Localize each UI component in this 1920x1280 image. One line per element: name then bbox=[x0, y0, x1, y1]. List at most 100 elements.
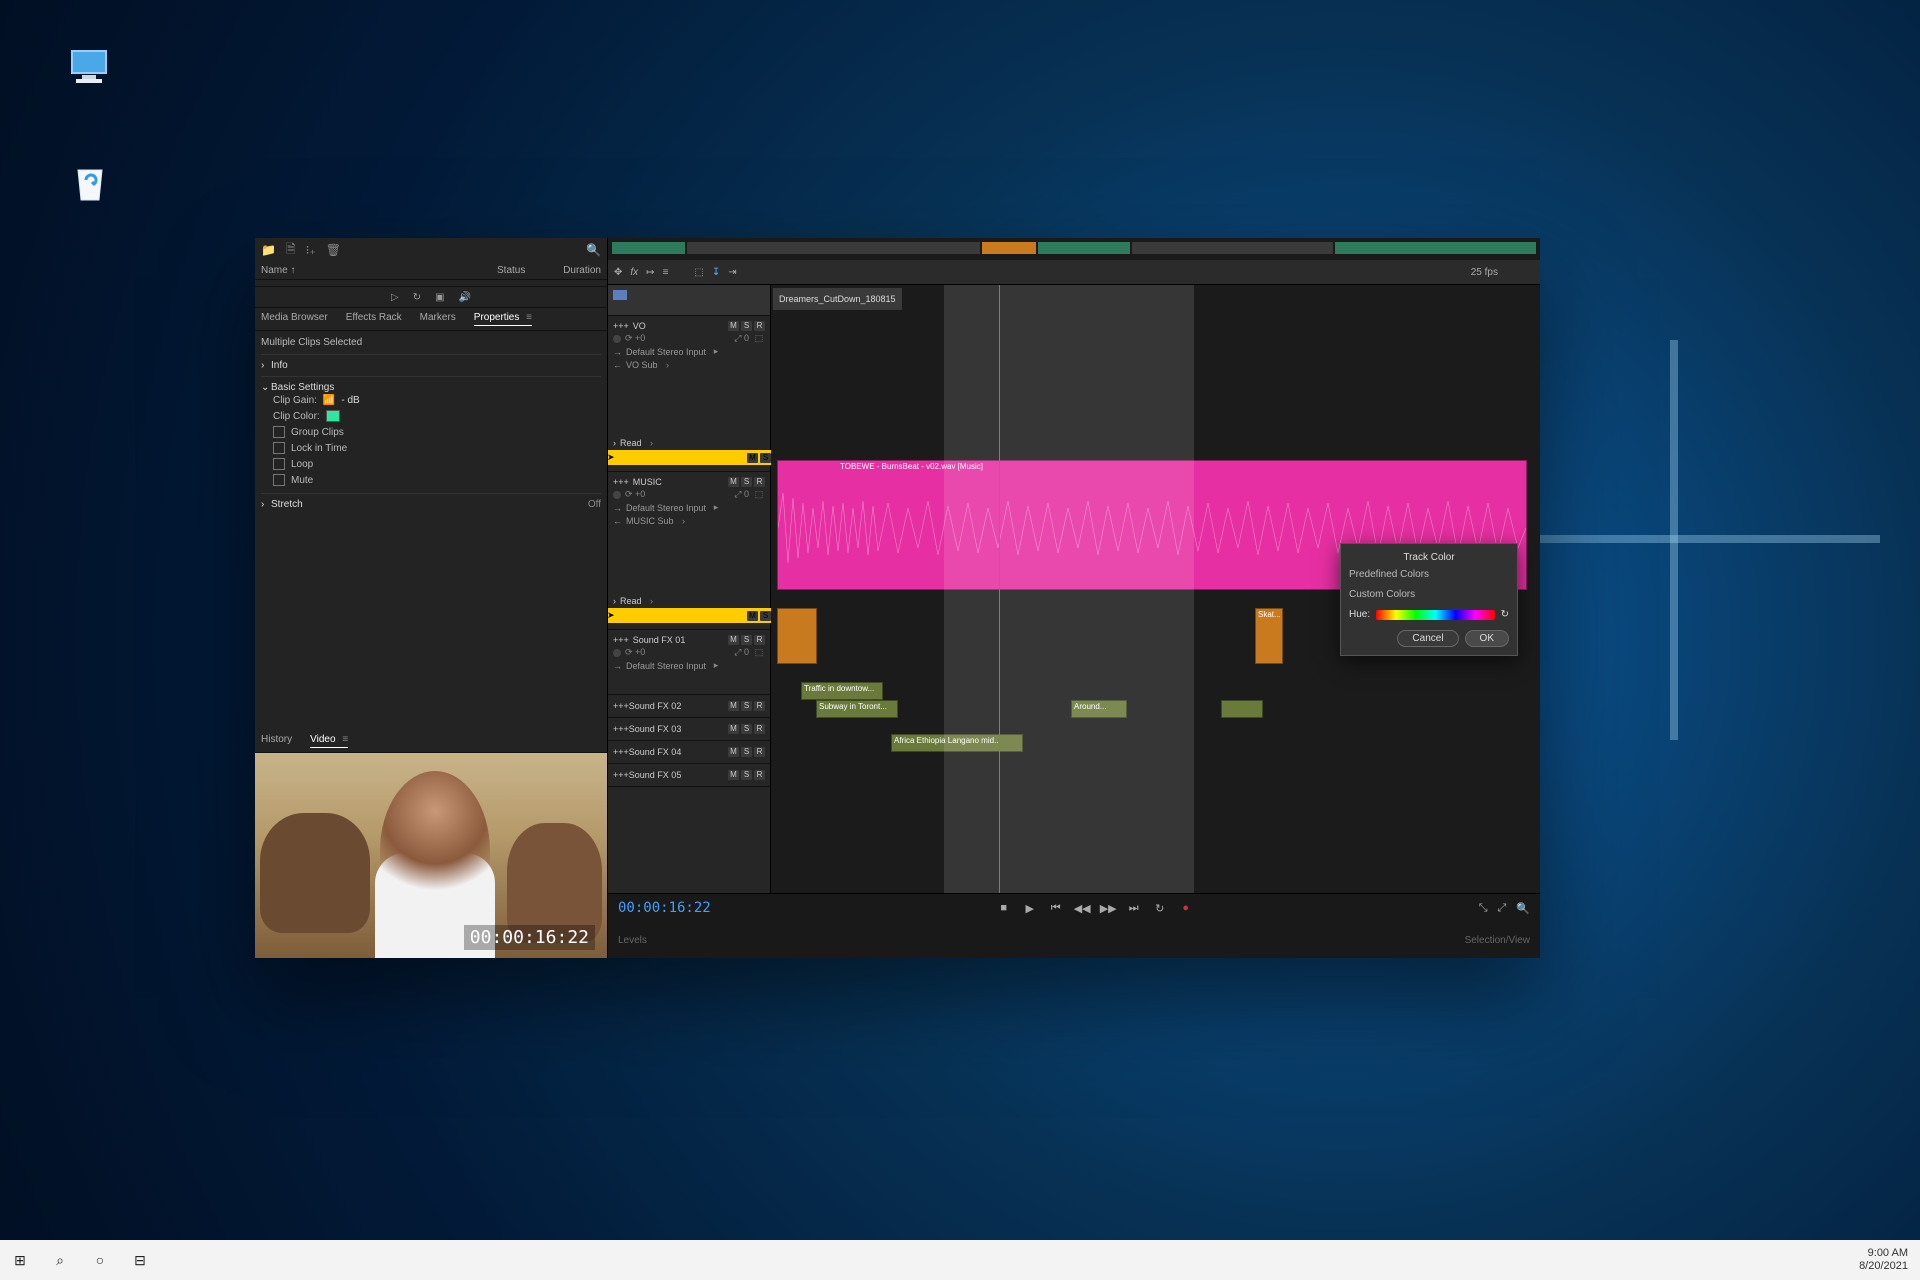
taskbar-cortana-icon[interactable]: ○ bbox=[80, 1252, 120, 1268]
video-clip-tab[interactable]: Dreamers_CutDown_180815 bbox=[773, 288, 902, 310]
track-head-vo-sub[interactable]: ➤MS bbox=[608, 453, 770, 472]
clip-sfx-around2[interactable] bbox=[1221, 700, 1263, 718]
tab-history[interactable]: History bbox=[261, 734, 292, 748]
tool-eq-icon[interactable]: ≡ bbox=[663, 267, 669, 278]
tool-send-icon[interactable]: ↦ bbox=[646, 267, 654, 278]
track-head-vo[interactable]: +++VOMSR ⟳ +0⤢ 0⬚ →Default Stereo Input▸… bbox=[608, 316, 770, 453]
tab-video-menu-icon: ≡ bbox=[342, 734, 348, 745]
rewind-button[interactable]: ◀◀ bbox=[1074, 902, 1090, 915]
checkbox-icon bbox=[273, 458, 285, 470]
file-icon[interactable]: 🗎 bbox=[286, 240, 296, 261]
next-button[interactable]: ⏭ bbox=[1126, 902, 1142, 915]
group-clips-row[interactable]: Group Clips bbox=[261, 424, 601, 440]
section-stretch[interactable]: ›Stretch Off bbox=[261, 499, 601, 510]
section-basic[interactable]: ⌄Basic Settings bbox=[261, 382, 601, 393]
col-status[interactable]: Status bbox=[497, 265, 541, 276]
desktop-icon-recyclebin[interactable] bbox=[55, 160, 125, 212]
volume-knob[interactable] bbox=[613, 491, 621, 499]
clip-sfx-around[interactable]: Around... bbox=[1071, 700, 1127, 718]
volume-icon[interactable]: 🔊 bbox=[459, 292, 471, 303]
tab-properties-menu-icon: ≡ bbox=[526, 312, 532, 323]
clip-sfx-car[interactable] bbox=[777, 608, 817, 664]
clip-sfx-traffic[interactable]: Traffic in downtow... bbox=[801, 682, 883, 700]
middle-tabs: Media Browser Effects Rack Markers Prope… bbox=[255, 308, 607, 331]
track-color-dialog: Track Color Predefined Colors Custom Col… bbox=[1340, 543, 1518, 656]
fps-label: 25 fps bbox=[1471, 267, 1498, 278]
desktop-icon-thispc[interactable] bbox=[55, 45, 125, 97]
ok-button[interactable]: OK bbox=[1465, 630, 1509, 647]
cancel-button[interactable]: Cancel bbox=[1397, 630, 1458, 647]
zoom-out-icon[interactable]: ⤡ bbox=[1479, 902, 1488, 915]
left-panel: 📁 🗎 ⁝₊ 🗑 🔍 Name ↑ Status Duration ▷ ↻ ▣ … bbox=[255, 238, 608, 958]
video-icon bbox=[613, 290, 627, 300]
tab-video[interactable]: Video ≡ bbox=[310, 734, 348, 748]
loop-icon[interactable]: ↻ bbox=[413, 292, 421, 303]
files-play-strip: ▷ ↻ ▣ 🔊 bbox=[255, 286, 607, 308]
zoom-fit-icon[interactable]: ⤢ bbox=[1498, 902, 1507, 915]
clip-sfx-africa[interactable]: Africa Ethiopia Langano mid... bbox=[891, 734, 1023, 752]
clip-color-swatch[interactable] bbox=[326, 410, 340, 422]
options-icon[interactable]: ⁝₊ bbox=[306, 243, 316, 257]
search-icon[interactable]: 🔍 bbox=[586, 243, 601, 257]
mute-row[interactable]: Mute bbox=[261, 472, 601, 488]
checkbox-icon bbox=[273, 442, 285, 454]
track-head-sfx1[interactable]: +++Sound FX 01MSR ⟳ +0⤢ 0⬚ →Default Ster… bbox=[608, 630, 770, 695]
tab-video-label: Video bbox=[310, 734, 335, 745]
windows-taskbar[interactable]: ⊞ ⌕ ○ ⊟ 9:00 AM 8/20/2021 bbox=[0, 1240, 1920, 1280]
tool-fx-icon[interactable]: fx bbox=[630, 267, 638, 278]
folder-icon[interactable]: 📁 bbox=[261, 243, 276, 257]
levels-bar: Levels Selection/View bbox=[608, 922, 1540, 958]
zoom-in-icon[interactable]: 🔍 bbox=[1516, 902, 1530, 915]
trash-icon[interactable]: 🗑 bbox=[326, 243, 341, 257]
tab-effects-rack[interactable]: Effects Rack bbox=[346, 312, 402, 326]
tab-media-browser[interactable]: Media Browser bbox=[261, 312, 328, 326]
tool-hand-icon[interactable]: ✥ bbox=[614, 267, 622, 278]
hue-slider[interactable] bbox=[1376, 610, 1494, 620]
play-icon[interactable]: ▷ bbox=[391, 292, 399, 303]
bottom-tabs: History Video ≡ bbox=[255, 730, 607, 753]
clip-sfx-subway[interactable]: Subway in Toront... bbox=[816, 700, 898, 718]
recycle-bin-icon bbox=[66, 160, 114, 208]
volume-knob[interactable] bbox=[613, 335, 621, 343]
tool-ripple-icon[interactable]: ⇥ bbox=[728, 267, 736, 278]
track-head-music-sub[interactable]: ➤MS bbox=[608, 611, 770, 630]
autoplay-icon[interactable]: ▣ bbox=[435, 292, 444, 303]
transport-timecode[interactable]: 00:00:16:22 bbox=[618, 900, 711, 916]
predefined-colors-label: Predefined Colors bbox=[1349, 569, 1509, 580]
track-head-sfx3[interactable]: +++Sound FX 03MSR bbox=[608, 718, 770, 741]
system-tray[interactable]: 9:00 AM 8/20/2021 bbox=[1859, 1247, 1920, 1273]
selection-view-label: Selection/View bbox=[1465, 935, 1530, 946]
play-button[interactable]: ▶ bbox=[1022, 902, 1038, 915]
timeline-toolbar: ✥ fx ↦ ≡ ⬚ ↧ ⇥ 25 fps bbox=[608, 260, 1540, 285]
loop-row[interactable]: Loop bbox=[261, 456, 601, 472]
tab-properties[interactable]: Properties ≡ bbox=[474, 312, 532, 326]
stop-button[interactable]: ■ bbox=[996, 902, 1012, 914]
checkbox-icon bbox=[273, 474, 285, 486]
track-head-sfx2[interactable]: +++Sound FX 02MSR bbox=[608, 695, 770, 718]
taskbar-taskview-icon[interactable]: ⊟ bbox=[120, 1252, 160, 1269]
col-name[interactable]: Name ↑ bbox=[261, 265, 497, 276]
col-duration[interactable]: Duration bbox=[541, 265, 601, 276]
prev-button[interactable]: ⏮ bbox=[1048, 902, 1064, 915]
forward-button[interactable]: ▶▶ bbox=[1100, 902, 1116, 915]
loop-button[interactable]: ↻ bbox=[1152, 902, 1168, 915]
section-info[interactable]: ›Info bbox=[261, 360, 601, 371]
record-button[interactable]: ● bbox=[1178, 902, 1194, 914]
tool-envelope-icon[interactable]: ⬚ bbox=[694, 267, 703, 278]
start-button[interactable]: ⊞ bbox=[0, 1252, 40, 1269]
video-timecode: 00:00:16:22 bbox=[464, 925, 595, 950]
track-head-music[interactable]: +++MUSICMSR ⟳ +0⤢ 0⬚ →Default Stereo Inp… bbox=[608, 472, 770, 611]
tab-markers[interactable]: Markers bbox=[420, 312, 456, 326]
clip-gain-value[interactable]: - dB bbox=[341, 395, 359, 406]
transport-bar: 00:00:16:22 ■ ▶ ⏮ ◀◀ ▶▶ ⏭ ↻ ● ⤡ ⤢ 🔍 bbox=[608, 893, 1540, 922]
gain-slider-icon[interactable]: 📶 bbox=[323, 395, 335, 406]
lock-in-time-row[interactable]: Lock in Time bbox=[261, 440, 601, 456]
timeline-overview[interactable] bbox=[608, 238, 1540, 260]
track-head-sfx5[interactable]: +++Sound FX 05MSR bbox=[608, 764, 770, 787]
taskbar-search-icon[interactable]: ⌕ bbox=[40, 1252, 80, 1269]
reset-hue-icon[interactable]: ↻ bbox=[1501, 609, 1509, 620]
track-head-sfx4[interactable]: +++Sound FX 04MSR bbox=[608, 741, 770, 764]
tool-snap-icon[interactable]: ↧ bbox=[712, 267, 720, 278]
clip-sfx-skat[interactable]: Skat... bbox=[1255, 608, 1283, 664]
video-preview[interactable]: 00:00:16:22 bbox=[255, 753, 607, 958]
